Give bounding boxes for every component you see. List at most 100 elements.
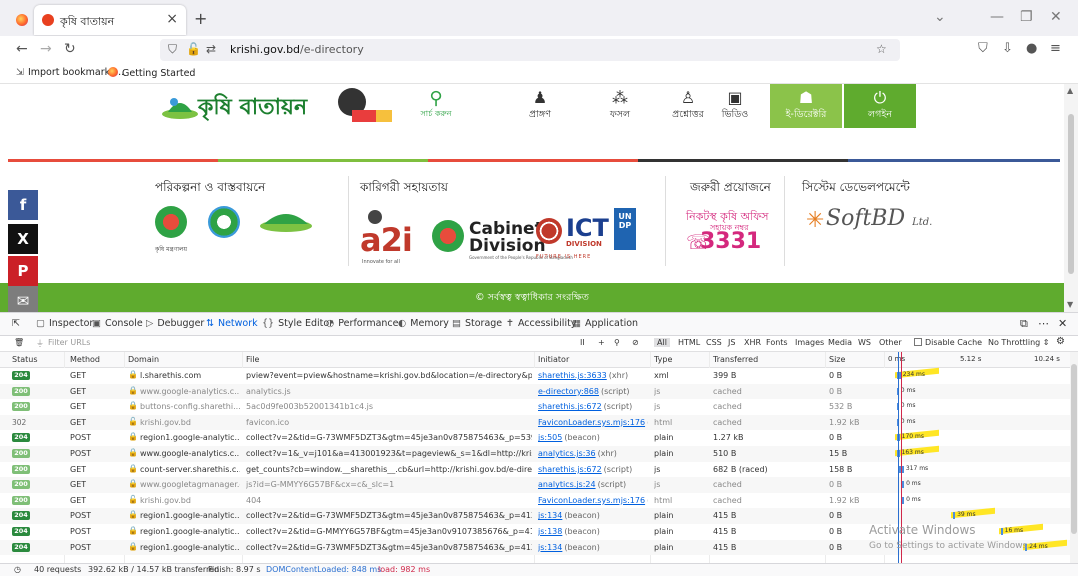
pause-icon[interactable]: II <box>580 338 585 347</box>
add-filter-icon[interactable]: + <box>598 338 605 347</box>
throttling-select[interactable]: No Throttling ⇕ <box>988 338 1050 347</box>
initiator-link[interactable]: sharethis.js:672 (script) <box>538 465 648 474</box>
nav-video[interactable]: ▣ ভিডিও <box>706 84 764 128</box>
site-logo-text[interactable]: কৃষি বাতায়ন <box>198 90 307 127</box>
search-icon[interactable]: ⚲ <box>614 338 620 347</box>
initiator-link[interactable]: analytics.js:24 (script) <box>538 480 648 489</box>
facebook-share-button[interactable]: f <box>8 190 38 220</box>
disable-cache-checkbox[interactable]: Disable Cache <box>914 338 982 347</box>
pocket-icon[interactable]: ⛉ <box>978 41 988 56</box>
downloads-icon[interactable]: ⇩ <box>1002 41 1013 56</box>
filter-js[interactable]: JS <box>728 338 735 347</box>
url-text[interactable]: krishi.gov.bd/e-directory <box>230 43 364 56</box>
url-bar[interactable]: ⛉ 🔓 ⇄ krishi.gov.bd/e-directory ☆ <box>160 39 900 61</box>
table-row[interactable]: 204 GET 🔒 l.sharethis.com pview?event=pview&… <box>0 367 1078 384</box>
bd-govt-emblem-icon[interactable] <box>155 206 187 238</box>
nav-prangon[interactable]: ♟ প্রাঙ্গণ <box>500 84 580 128</box>
krishi-logo-icon[interactable] <box>160 90 200 122</box>
back-icon[interactable]: ← <box>16 41 28 57</box>
tab-style-editor[interactable]: {} Style Editor <box>262 318 333 329</box>
table-row[interactable]: 200 GET 🔓 krishi.gov.bd 404 FaviconLoader.sys… <box>0 492 1078 509</box>
nav-crop[interactable]: ⁂ ফসল <box>580 84 660 128</box>
filter-media[interactable]: Media <box>828 338 852 347</box>
tab-list-chevron-icon[interactable]: ⌄ <box>934 9 946 25</box>
tab-inspector[interactable]: ▢ Inspector <box>36 318 93 329</box>
col-transferred[interactable]: Transferred <box>713 355 758 364</box>
initiator-link[interactable]: FaviconLoader.sys.mjs:176(img) <box>538 496 648 505</box>
close-window-icon[interactable]: ✕ <box>1050 9 1062 25</box>
close-devtools-icon[interactable]: ✕ <box>1058 317 1067 330</box>
filter-all[interactable]: All <box>654 338 670 347</box>
nav-e-directory[interactable]: ☗ ই-ডিরেক্টরি <box>770 84 842 128</box>
account-icon[interactable]: ● <box>1026 41 1037 56</box>
performance-analysis-icon[interactable]: ◷ <box>14 565 21 574</box>
table-row[interactable]: 302 GET 🔓 krishi.gov.bd favicon.ico FaviconLo… <box>0 414 1078 431</box>
element-picker-icon[interactable]: ⇱ <box>12 318 20 329</box>
initiator-link[interactable]: FaviconLoader.sys.mjs:176(img) <box>538 418 648 427</box>
table-row[interactable]: 204 POST 🔒 region1.google-analytic... collec… <box>0 508 1078 524</box>
filter-xhr[interactable]: XHR <box>744 338 761 347</box>
initiator-link[interactable]: e-directory:868 (script) <box>538 387 648 396</box>
tab-memory[interactable]: ◐ Memory <box>398 318 449 329</box>
forward-icon[interactable]: → <box>40 41 52 57</box>
block-icon[interactable]: ⊘ <box>632 338 639 347</box>
menu-icon[interactable]: ≡ <box>1050 41 1061 56</box>
table-row[interactable]: 200 POST 🔒 www.google-analytics.c... collect… <box>0 445 1078 462</box>
table-row[interactable]: 200 GET 🔒www.googletagmanager.c... js?id=G-… <box>0 477 1078 493</box>
initiator-link[interactable]: sharethis.js:672 (script) <box>538 402 648 411</box>
tab-storage[interactable]: ▤ Storage <box>452 318 502 329</box>
insecure-lock-icon[interactable]: 🔓 <box>186 42 201 56</box>
col-domain[interactable]: Domain <box>128 355 159 364</box>
col-file[interactable]: File <box>246 355 259 364</box>
col-type[interactable]: Type <box>654 355 672 364</box>
x-share-button[interactable]: X <box>8 224 38 254</box>
filter-html[interactable]: HTML <box>678 338 700 347</box>
a2i-logo[interactable]: a2i Innovate for all <box>360 221 413 265</box>
permissions-icon[interactable]: ⇄ <box>206 42 216 56</box>
scroll-down-icon[interactable]: ▼ <box>1067 300 1073 309</box>
tab-performance[interactable]: ◔ Performance <box>326 318 399 329</box>
col-size[interactable]: Size <box>829 355 845 364</box>
scrollbar-thumb[interactable] <box>1068 114 1074 274</box>
col-method[interactable]: Method <box>70 355 100 364</box>
tab-accessibility[interactable]: ✝ Accessibility <box>506 318 576 329</box>
bookmark-star-icon[interactable]: ☆ <box>876 42 887 56</box>
pinterest-share-button[interactable]: P <box>8 256 38 286</box>
tab-debugger[interactable]: ▷ Debugger <box>146 318 204 329</box>
browser-tab[interactable]: কৃষি বাতায়ন × <box>34 5 186 35</box>
tab-network[interactable]: ⇅ Network <box>206 318 258 329</box>
filter-urls-input[interactable]: Filter URLs <box>48 338 90 347</box>
initiator-link[interactable]: sharethis.js:3633 (xhr) <box>538 371 648 380</box>
nav-login[interactable]: ⏻ লগইন <box>844 84 916 128</box>
table-row[interactable]: 200 GET 🔒 count-server.sharethis.c... get_co… <box>0 461 1078 478</box>
filter-ws[interactable]: WS <box>858 338 871 347</box>
tab-application[interactable]: ▦ Application <box>572 318 638 329</box>
hotline-number[interactable]: 3331 <box>700 229 761 254</box>
minimize-icon[interactable]: — <box>990 9 1004 25</box>
nav-search[interactable]: ⚲ সার্চ করুন <box>406 84 466 128</box>
filter-other[interactable]: Other <box>879 338 902 347</box>
getting-started-link[interactable]: Getting Started <box>108 67 195 79</box>
shield-icon[interactable]: ⛉ <box>168 42 177 57</box>
table-row[interactable]: 200 GET 🔒 www.google-analytics.c... analytic… <box>0 383 1078 400</box>
col-status[interactable]: Status <box>12 355 38 364</box>
restore-icon[interactable]: ❐ <box>1020 9 1033 25</box>
undp-logo[interactable]: UN DP <box>614 208 636 250</box>
email-share-button[interactable]: ✉ <box>8 286 38 312</box>
new-tab-button[interactable]: + <box>194 9 207 28</box>
ict-division-logo[interactable]: ICT DIVISION FUTURE IS HERE <box>536 216 609 260</box>
tab-close-icon[interactable]: × <box>166 11 178 27</box>
filter-css[interactable]: CSS <box>706 338 722 347</box>
dae-emblem-icon[interactable] <box>208 206 240 238</box>
firefox-icon[interactable] <box>16 14 28 26</box>
filter-images[interactable]: Images <box>795 338 824 347</box>
table-row[interactable]: 200 GET 🔒 buttons-config.sharethi... 5ac0d9f… <box>0 399 1078 415</box>
softbd-logo[interactable]: SoftBD Ltd. <box>826 206 932 231</box>
reload-icon[interactable]: ↻ <box>64 41 76 57</box>
initiator-link[interactable]: js:138 (beacon) <box>538 527 648 536</box>
settings-gear-icon[interactable]: ⚙ <box>1056 336 1065 347</box>
initiator-link[interactable]: analytics.js:36 (xhr) <box>538 449 648 458</box>
filter-fonts[interactable]: Fonts <box>766 338 788 347</box>
initiator-link[interactable]: js:134 (beacon) <box>538 511 648 520</box>
scrollbar-thumb[interactable] <box>1071 364 1077 534</box>
